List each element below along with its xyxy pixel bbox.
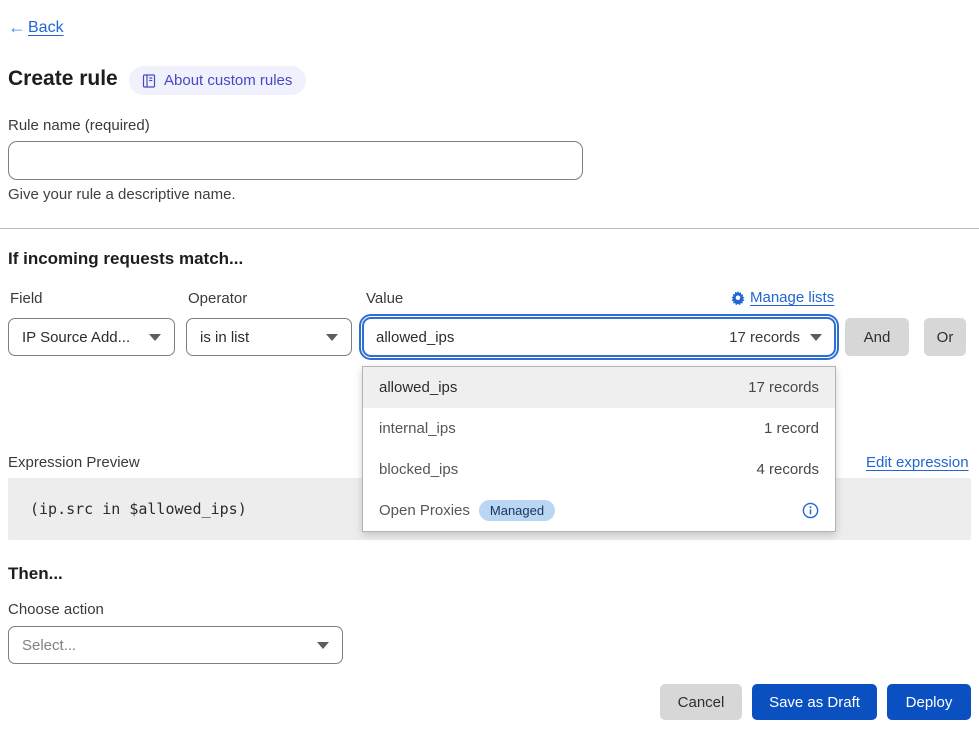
page-title: Create rule [8,67,118,91]
choose-action-label: Choose action [8,601,104,618]
list-item-record-count: 17 records [748,379,819,396]
value-column-label: Value [366,290,403,307]
about-custom-rules-link[interactable]: About custom rules [129,66,306,95]
chevron-down-icon [326,334,338,341]
rule-name-input[interactable] [8,141,583,180]
expression-preview-label: Expression Preview [8,454,140,471]
list-item-allowed-ips[interactable]: allowed_ips 17 records [363,367,835,408]
section-divider [0,228,979,229]
save-as-draft-button[interactable]: Save as Draft [752,684,877,720]
cancel-button[interactable]: Cancel [660,684,742,720]
create-rule-page: ←Back Create rule About custom rules Rul… [0,0,979,739]
or-button[interactable]: Or [924,318,966,356]
then-section-heading: Then... [8,564,63,584]
back-arrow-icon: ← [8,17,26,38]
list-item-blocked-ips[interactable]: blocked_ips 4 records [363,449,835,490]
gear-icon [731,291,745,305]
managed-badge: Managed [479,500,555,521]
operator-column-label: Operator [188,290,247,307]
and-button[interactable]: And [845,318,909,356]
action-select-placeholder: Select... [22,637,76,654]
operator-select[interactable]: is in list [186,318,352,356]
manage-lists-link[interactable]: Manage lists [731,289,834,306]
rule-name-helper-text: Give your rule a descriptive name. [8,186,236,203]
deploy-button[interactable]: Deploy [887,684,971,720]
expression-code: (ip.src in $allowed_ips) [30,500,247,518]
value-select-value: allowed_ips [376,329,454,346]
field-column-label: Field [10,290,43,307]
book-icon [141,73,157,89]
list-item-name: allowed_ips [379,379,457,396]
list-item-name: internal_ips [379,420,456,437]
list-item-internal-ips[interactable]: internal_ips 1 record [363,408,835,449]
chevron-down-icon [149,334,161,341]
chevron-down-icon [317,642,329,649]
edit-expression-link[interactable]: Edit expression [866,454,969,471]
manage-lists-label: Manage lists [750,289,834,306]
list-item-record-count: 1 record [764,420,819,437]
back-link[interactable]: ←Back [8,17,64,38]
chevron-down-icon [810,334,822,341]
about-custom-rules-label: About custom rules [164,72,292,89]
field-select-value: IP Source Add... [22,329,130,346]
value-select[interactable]: allowed_ips 17 records [362,317,836,357]
match-section-heading: If incoming requests match... [8,249,243,269]
info-icon[interactable] [802,502,819,519]
rule-name-label: Rule name (required) [8,117,150,134]
list-item-open-proxies[interactable]: Open Proxies Managed [363,490,835,531]
list-item-record-count: 4 records [756,461,819,478]
list-item-name: blocked_ips [379,461,458,478]
back-link-label: Back [28,19,64,37]
list-item-name: Open Proxies [379,502,470,519]
operator-select-value: is in list [200,329,249,346]
value-select-record-count: 17 records [729,329,800,346]
list-dropdown-panel: allowed_ips 17 records internal_ips 1 re… [362,366,836,532]
field-select[interactable]: IP Source Add... [8,318,175,356]
action-select[interactable]: Select... [8,626,343,664]
